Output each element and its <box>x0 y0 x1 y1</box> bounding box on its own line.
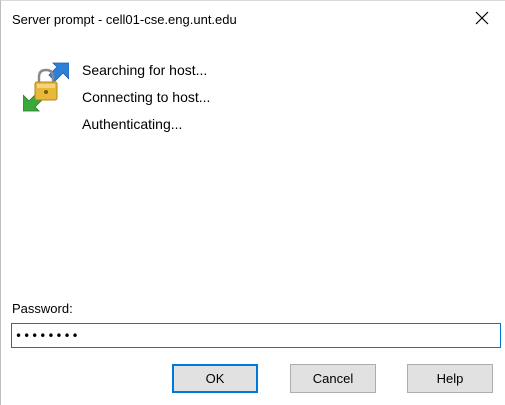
title-bar: Server prompt - cell01-cse.eng.unt.edu <box>1 1 505 37</box>
ok-button[interactable]: OK <box>172 364 258 393</box>
cancel-button[interactable]: Cancel <box>290 364 376 393</box>
window-title: Server prompt - cell01-cse.eng.unt.edu <box>12 12 237 27</box>
server-prompt-dialog: Server prompt - cell01-cse.eng.unt.edu S… <box>0 0 505 405</box>
status-line-connecting: Connecting to host... <box>82 89 211 105</box>
help-button[interactable]: Help <box>407 364 493 393</box>
status-list: Searching for host... Connecting to host… <box>82 57 210 138</box>
status-line-authenticating: Authenticating... <box>82 116 183 132</box>
password-label: Password: <box>12 301 73 316</box>
close-icon <box>475 11 489 25</box>
close-button[interactable] <box>459 1 505 35</box>
connection-arrows-lock-icon <box>23 62 69 112</box>
password-input[interactable] <box>11 323 501 348</box>
status-line-searching: Searching for host... <box>82 62 208 78</box>
